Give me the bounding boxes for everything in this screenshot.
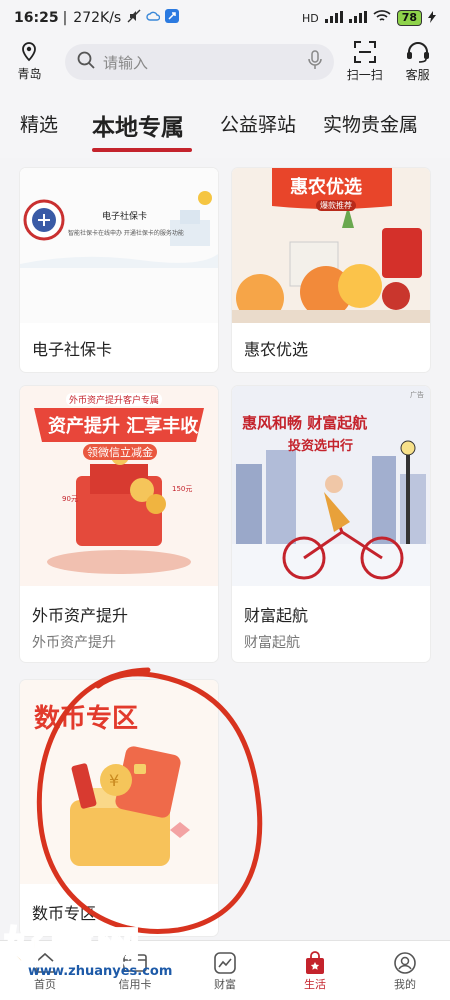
scan-icon: [353, 41, 376, 66]
banner-caption: 惠风和畅 财富起航: [242, 414, 368, 432]
status-time: 16:25: [14, 10, 59, 26]
nav-mine[interactable]: 我的: [360, 941, 450, 1000]
headset-icon: [406, 41, 430, 66]
nav-wealth[interactable]: 财富: [180, 941, 270, 1000]
app-notification-icon: [165, 9, 180, 27]
service-card-social-security[interactable]: 电子社保卡 智能社保卡在线申办 开通社保卡的服务功能 电子社保卡: [20, 168, 218, 372]
scan-label: 扫一扫: [346, 68, 383, 82]
banner-top-label: 外币资产提升客户专属: [66, 393, 163, 406]
signal-icon-2: [348, 10, 367, 26]
nav-life-label: 生活: [304, 977, 326, 991]
service-label: 客服: [405, 68, 430, 82]
tab-charity-station[interactable]: 公益驿站: [220, 110, 296, 137]
top-bar: 青岛 请输入 扫一扫 客服: [0, 36, 450, 88]
banner-caption: 资产提升 汇享丰收: [48, 416, 199, 437]
wifi-icon: [373, 10, 391, 26]
nav-wealth-label: 财富: [214, 977, 236, 991]
hd-label: HD: [301, 11, 319, 25]
card-subtitle: 外币资产提升: [32, 635, 116, 651]
service-card-foreign-currency[interactable]: 外币资产提升客户专属 资产提升 汇享丰收 领微信立减金 90元 150元 外币资…: [20, 386, 218, 662]
life-bag-icon: [304, 950, 326, 976]
tab-featured[interactable]: 精选: [20, 110, 58, 137]
cloud-icon: [146, 10, 161, 26]
location-pin-icon: [21, 42, 37, 65]
microphone-icon[interactable]: [308, 50, 323, 74]
social-security-banner: 电子社保卡 智能社保卡在线申办 开通社保卡的服务功能: [20, 168, 218, 323]
card-subtitle: 财富起航: [244, 635, 300, 651]
banner-caption: 电子社保卡: [102, 212, 148, 222]
signal-icon: [324, 10, 343, 26]
wealth-icon: [214, 950, 236, 976]
bottom-navigation: 首页 信用卡 财富 生活 我的: [0, 940, 450, 1000]
annotation-circle: [36, 667, 263, 934]
wealth-voyage-banner: 广告 惠风和畅 财富起航 投资选中行: [232, 386, 430, 586]
banner-badge: 爆款推荐: [316, 200, 356, 211]
banner-coupon: 领微信立减金: [83, 444, 157, 460]
ad-tag: 广告: [410, 391, 424, 399]
banner-amount-2: 150元: [172, 485, 193, 493]
scan-button[interactable]: 扫一扫: [342, 41, 387, 83]
location-selector[interactable]: 青岛: [10, 42, 49, 82]
card-title: 外币资产提升: [32, 606, 129, 625]
customer-service-button[interactable]: 客服: [395, 41, 440, 83]
tab-precious-metals[interactable]: 实物贵金属: [323, 110, 418, 137]
card-title: 财富起航: [244, 606, 309, 625]
search-bar[interactable]: 请输入: [64, 44, 335, 80]
active-tab-indicator: [92, 148, 192, 152]
mute-icon: [127, 9, 141, 27]
agri-select-banner: 惠农优选 爆款推荐: [232, 168, 430, 323]
tab-local-exclusive[interactable]: 本地专属: [92, 108, 184, 142]
location-label: 青岛: [17, 67, 42, 81]
user-icon: [394, 950, 416, 976]
card-title: 电子社保卡: [32, 340, 113, 359]
banner-caption: 惠农优选: [290, 177, 362, 198]
charging-icon: [428, 10, 436, 26]
credit-card-icon: [123, 950, 147, 976]
status-net-speed: 272K/s: [73, 10, 122, 26]
card-title: 惠农优选: [244, 340, 309, 359]
service-card-wealth-voyage[interactable]: 广告 惠风和畅 财富起航 投资选中行 财富起航 财富起航: [232, 386, 430, 662]
nav-home-label: 首页: [34, 977, 56, 991]
home-icon: [34, 950, 56, 976]
nav-credit-card-label: 信用卡: [118, 977, 152, 991]
service-card-agri-select[interactable]: 惠农优选 爆款推荐 惠农优选: [232, 168, 430, 372]
search-placeholder: 请输入: [102, 53, 148, 72]
search-icon: [77, 51, 95, 73]
status-bar: 16:25 | 272K/s HD 78: [0, 0, 450, 36]
battery-level: 78: [396, 10, 422, 26]
banner-note: 智能社保卡在线申办 开通社保卡的服务功能: [68, 230, 184, 237]
nav-mine-label: 我的: [394, 977, 416, 991]
foreign-currency-banner: 外币资产提升客户专属 资产提升 汇享丰收 领微信立减金 90元 150元: [20, 386, 218, 586]
nav-credit-card[interactable]: 信用卡: [90, 941, 180, 1000]
nav-home[interactable]: 首页: [0, 941, 90, 1000]
banner-subcaption: 投资选中行: [288, 439, 354, 454]
banner-amount-1: 90元: [62, 495, 78, 503]
category-tabs: 精选 本地专属 公益驿站 实物贵金属: [0, 88, 450, 158]
nav-life[interactable]: 生活: [270, 941, 360, 1000]
